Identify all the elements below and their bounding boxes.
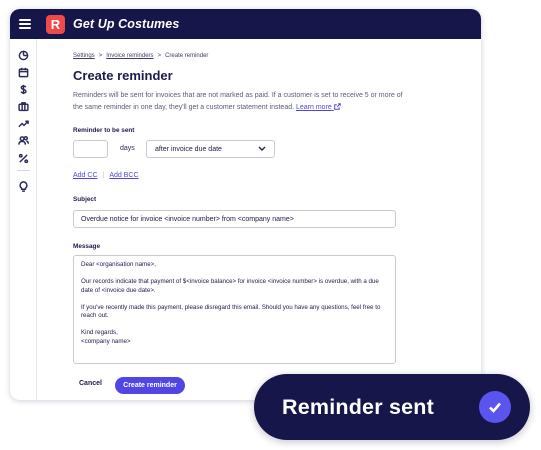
external-link-icon	[333, 103, 341, 110]
page-title: Create reminder	[73, 68, 173, 83]
cancel-button[interactable]: Cancel	[79, 380, 102, 387]
chevron-right-icon: >	[98, 53, 103, 59]
chevron-down-icon	[258, 145, 266, 153]
subject-input[interactable]: Overdue notice for invoice <invoice numb…	[73, 210, 396, 228]
percent-icon[interactable]	[16, 151, 30, 165]
create-reminder-button[interactable]: Create reminder	[115, 377, 185, 394]
toast-text: Reminder sent	[282, 394, 434, 419]
message-paragraph: If you've recently made this payment, pl…	[81, 303, 381, 320]
days-label: days	[120, 145, 135, 152]
timing-select[interactable]: after invoice due date	[146, 140, 275, 158]
cc-separator: |	[102, 172, 105, 179]
organisation-name[interactable]: Get Up Costumes	[73, 17, 179, 31]
calendar-icon[interactable]	[16, 65, 30, 79]
sidebar	[10, 39, 37, 400]
subject-label: Subject	[73, 196, 97, 203]
add-bcc-link[interactable]: Add BCC	[109, 172, 138, 179]
reminder-sent-toast: Reminder sent	[254, 374, 530, 440]
timing-select-value: after invoice due date	[155, 145, 222, 153]
app-window: R Get Up Costumes Settings > Invoice rem…	[10, 9, 481, 400]
page-description: Reminders will be sent for invoices that…	[73, 90, 408, 114]
chevron-right-icon: >	[157, 53, 162, 59]
breadcrumb-current: Create reminder	[165, 53, 209, 59]
dashboard-icon[interactable]	[16, 48, 30, 62]
message-label: Message	[73, 243, 100, 250]
app-logo: R	[46, 14, 65, 34]
briefcase-icon[interactable]	[16, 100, 30, 114]
lightbulb-icon[interactable]	[16, 179, 30, 193]
add-cc-link[interactable]: Add CC	[73, 172, 98, 179]
message-paragraph: Our records indicate that payment of $<i…	[81, 278, 379, 294]
top-bar: R Get Up Costumes	[10, 9, 481, 39]
breadcrumb-settings[interactable]: Settings	[73, 53, 95, 59]
cc-links: Add CC | Add BCC	[73, 172, 139, 179]
menu-icon[interactable]	[19, 19, 31, 29]
dollar-icon[interactable]	[16, 82, 30, 96]
check-icon	[479, 391, 511, 423]
breadcrumb: Settings > Invoice reminders > Create re…	[73, 53, 208, 59]
reminder-label: Reminder to be sent	[73, 127, 135, 134]
trend-icon[interactable]	[16, 117, 30, 131]
sidebar-divider	[16, 170, 30, 172]
breadcrumb-invoice-reminders[interactable]: Invoice reminders	[106, 53, 153, 59]
people-icon[interactable]	[16, 134, 30, 148]
description-text: Reminders will be sent for invoices that…	[73, 92, 403, 111]
main-content: Settings > Invoice reminders > Create re…	[73, 39, 481, 400]
message-paragraph: Kind regards, <company name>	[81, 329, 131, 345]
learn-more-link[interactable]: Learn more	[296, 103, 341, 111]
days-input[interactable]	[73, 140, 108, 158]
message-textarea[interactable]: Dear <organisation name>, Our records in…	[73, 255, 396, 364]
message-paragraph: Dear <organisation name>,	[81, 261, 156, 268]
